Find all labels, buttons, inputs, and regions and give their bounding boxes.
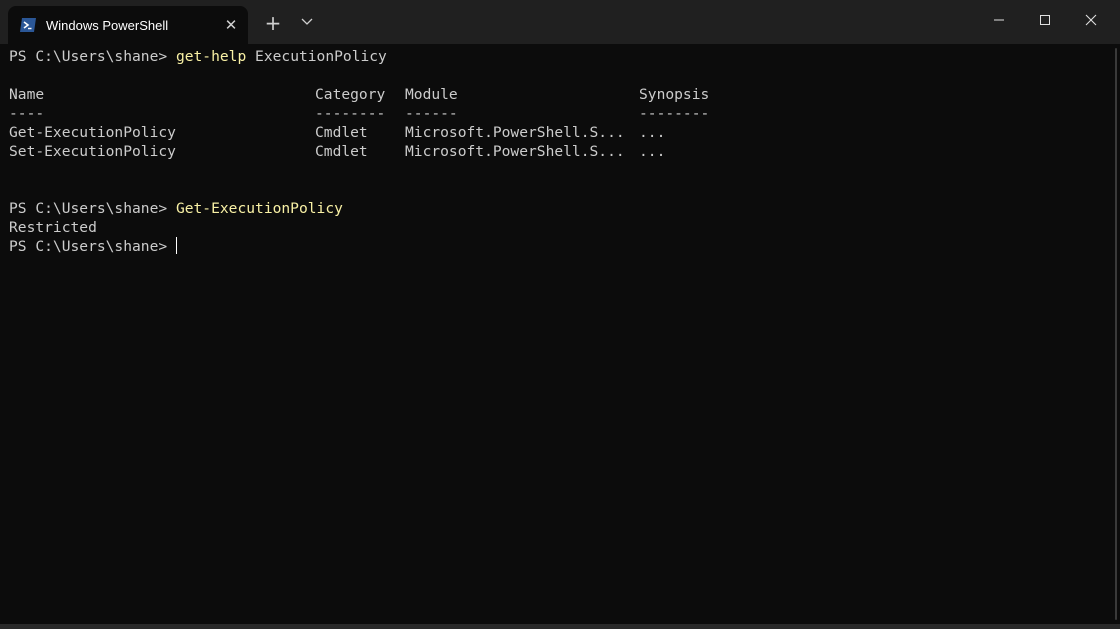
column-underline: -------- (639, 105, 710, 122)
scrollbar-thumb[interactable] (1115, 48, 1117, 620)
table-cell-name: Set-ExecutionPolicy (9, 143, 176, 160)
table-cell-module: Microsoft.PowerShell.S... (405, 124, 625, 141)
table-cell-synopsis: ... (639, 143, 666, 160)
table-cell-synopsis: ... (639, 124, 666, 141)
table-cell-name: Get-ExecutionPolicy (9, 124, 176, 141)
maximize-button[interactable] (1022, 0, 1068, 44)
column-header-name: Name (9, 86, 45, 103)
minimize-icon (993, 13, 1005, 31)
powershell-icon (20, 17, 36, 33)
table-cell-category: Cmdlet (315, 124, 368, 141)
command-output: Restricted (9, 219, 97, 236)
terminal-window: Windows PowerShell ✕ + PS C:\Users\shane… (0, 0, 1120, 629)
tab-windows-powershell[interactable]: Windows PowerShell ✕ (8, 6, 248, 44)
prompt-line: PS C:\Users\shane> get-help ExecutionPol… (9, 47, 387, 66)
command-name: get-help (175, 48, 247, 65)
command-name: Get-ExecutionPolicy (175, 200, 343, 217)
column-header-category: Category (315, 86, 386, 103)
close-window-button[interactable] (1068, 0, 1114, 44)
prompt: PS C:\Users\shane> (9, 200, 168, 217)
prompt: PS C:\Users\shane> (9, 48, 168, 65)
prompt-line: PS C:\Users\shane> Get-ExecutionPolicy (9, 199, 343, 218)
close-icon[interactable]: ✕ (222, 16, 240, 34)
column-underline: -------- (315, 105, 386, 122)
prompt: PS C:\Users\shane> (9, 238, 168, 255)
title-bar: Windows PowerShell ✕ + (0, 0, 1120, 44)
column-underline: ------ (405, 105, 458, 122)
chevron-down-icon[interactable] (298, 13, 316, 31)
current-prompt-line[interactable]: PS C:\Users\shane> (9, 237, 177, 256)
tab-title: Windows PowerShell (46, 17, 169, 33)
command-argument: ExecutionPolicy (255, 48, 387, 65)
column-header-synopsis: Synopsis (639, 86, 710, 103)
text-cursor (175, 237, 177, 254)
maximize-icon (1039, 13, 1051, 31)
table-cell-module: Microsoft.PowerShell.S... (405, 143, 625, 160)
plus-icon[interactable]: + (262, 12, 284, 34)
column-underline: ---- (9, 105, 45, 122)
background-peek (0, 624, 1120, 629)
table-cell-category: Cmdlet (315, 143, 368, 160)
column-header-module: Module (405, 86, 458, 103)
minimize-button[interactable] (976, 0, 1022, 44)
close-icon (1085, 13, 1097, 31)
